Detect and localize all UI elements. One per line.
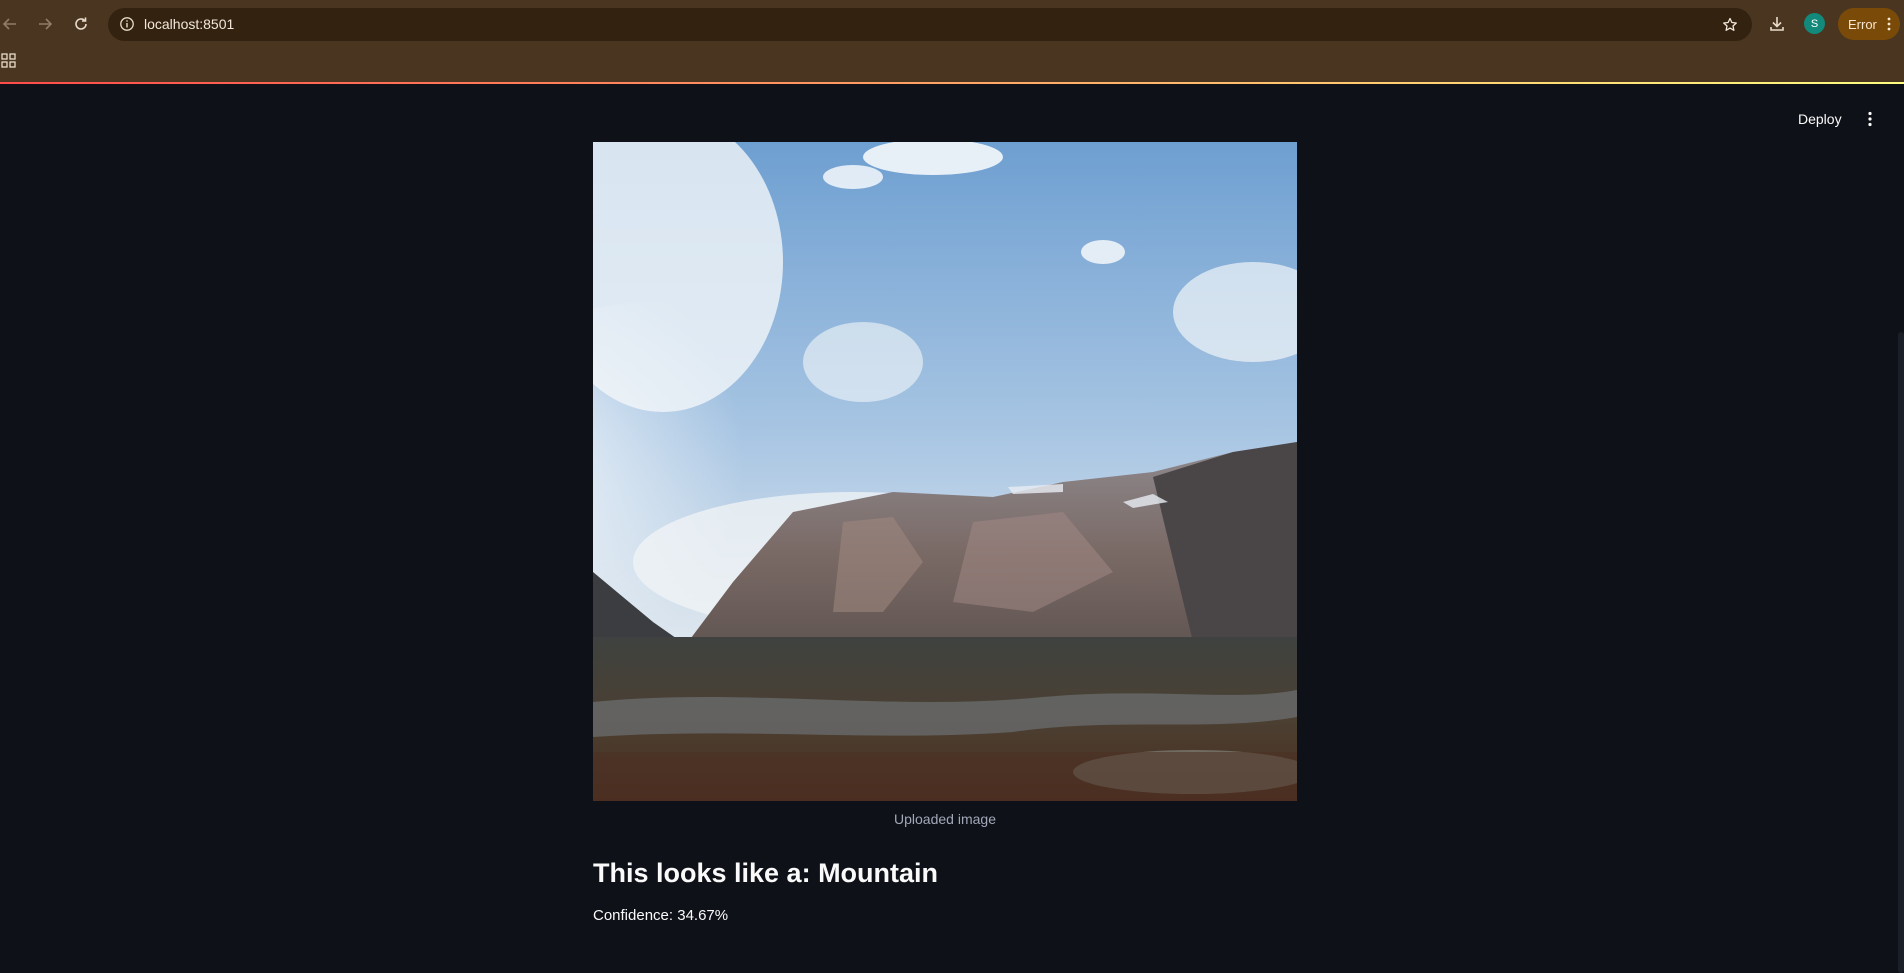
bookmarks-bar	[0, 48, 1904, 84]
bookmark-star-icon	[1723, 17, 1737, 31]
main-content: Uploaded image This looks like a: Mounta…	[593, 142, 1297, 929]
reload-icon	[75, 17, 87, 30]
error-label: Error	[1848, 16, 1877, 32]
deploy-button[interactable]: Deploy	[1790, 104, 1850, 134]
forward-button[interactable]	[31, 10, 59, 38]
confidence-text: Confidence: 34.67%	[593, 907, 729, 924]
kebab-menu-icon	[1868, 111, 1872, 127]
deploy-label: Deploy	[1798, 111, 1842, 127]
bookmark-star-button[interactable]	[1720, 15, 1740, 35]
browser-chrome: localhost:8501 S Error	[0, 0, 1904, 84]
image-caption: Uploaded image	[894, 811, 996, 827]
menu-dots-icon	[1887, 17, 1891, 31]
reload-button[interactable]	[67, 10, 95, 38]
url-text[interactable]: localhost:8501	[144, 16, 234, 32]
browser-error-button[interactable]: Error	[1838, 8, 1900, 40]
apps-grid-icon[interactable]	[1, 53, 17, 69]
forward-icon	[39, 18, 53, 30]
address-bar[interactable]: localhost:8501	[108, 8, 1752, 41]
scrollbar[interactable]	[1898, 332, 1904, 973]
back-icon	[2, 18, 16, 30]
download-icon	[1770, 17, 1784, 31]
browser-toolbar: localhost:8501 S Error	[0, 0, 1904, 48]
site-info-icon	[120, 17, 134, 31]
streamlit-app: Deploy Uploaded image This looks like a:…	[0, 84, 1904, 973]
uploaded-image	[593, 142, 1297, 801]
back-button[interactable]	[0, 10, 24, 38]
main-menu-button[interactable]	[1860, 106, 1880, 132]
downloads-button[interactable]	[1764, 11, 1790, 37]
profile-initial: S	[1810, 17, 1819, 30]
prediction-heading: This looks like a: Mountain	[593, 858, 939, 888]
profile-avatar[interactable]: S	[1804, 13, 1825, 34]
site-info-button[interactable]	[116, 13, 138, 35]
